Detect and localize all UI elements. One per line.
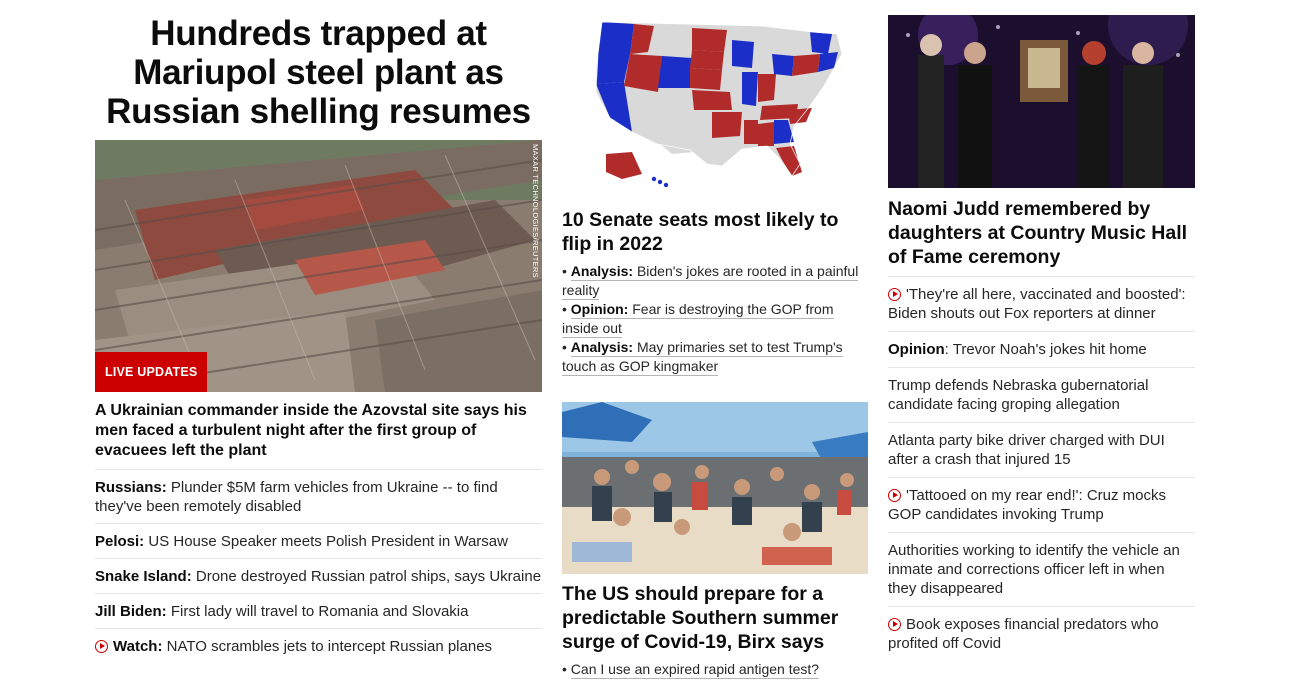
image-credit: MAXAR TECHNOLOGIES/REUTERS [531, 144, 540, 278]
item-text: : Trevor Noah's jokes hit home [944, 341, 1147, 358]
play-icon [888, 489, 901, 502]
ceremony-photo [888, 15, 1195, 188]
concert-image[interactable] [888, 15, 1195, 188]
naomi-judd-title[interactable]: Naomi Judd remembered by daughters at Co… [888, 197, 1195, 269]
senate-story-title[interactable]: 10 Senate seats most likely to flip in 2… [562, 208, 868, 256]
middle-column: 10 Senate seats most likely to flip in 2… [562, 0, 868, 679]
us-map-graphic [595, 21, 843, 188]
list-item[interactable]: Pelosi: US House Speaker meets Polish Pr… [95, 524, 542, 559]
list-item[interactable]: • Can I use an expired rapid antigen tes… [562, 660, 868, 679]
list-item[interactable]: Jill Biden: First lady will travel to Ro… [95, 594, 542, 629]
list-item[interactable]: • Analysis: May primaries set to test Tr… [562, 338, 868, 376]
item-text: Authorities working to identify the vehi… [888, 542, 1180, 597]
list-item[interactable]: Book exposes financial predators who pro… [888, 607, 1195, 661]
list-item[interactable]: Opinion: Trevor Noah's jokes hit home [888, 332, 1195, 368]
senate-related-bullets: • Analysis: Biden's jokes are rooted in … [562, 262, 868, 376]
item-label: Watch: [113, 638, 163, 655]
play-icon [888, 618, 901, 631]
list-item[interactable]: Watch: NATO scrambles jets to intercept … [95, 629, 542, 663]
list-item[interactable]: Trump defends Nebraska gubernatorial can… [888, 368, 1195, 423]
item-label: Analysis: [570, 263, 634, 279]
item-text: 'Tattooed on my rear end!': Cruz mocks G… [888, 487, 1167, 523]
item-text: NATO scrambles jets to intercept Russian… [162, 638, 493, 655]
list-item[interactable]: Snake Island: Drone destroyed Russian pa… [95, 559, 542, 594]
item-text: First lady will travel to Romania and Sl… [166, 603, 469, 620]
list-item[interactable]: Authorities working to identify the vehi… [888, 533, 1195, 607]
live-updates-badge[interactable]: LIVE UPDATES [95, 352, 208, 392]
lead-story-column: Hundreds trapped at Mariupol steel plant… [95, 0, 542, 663]
lead-headline[interactable]: Hundreds trapped at Mariupol steel plant… [95, 14, 542, 131]
item-text: Trump defends Nebraska gubernatorial can… [888, 377, 1149, 413]
item-text: 'They're all here, vaccinated and booste… [888, 286, 1186, 322]
related-list: Russians: Plunder $5M farm vehicles from… [95, 469, 542, 663]
item-label: Snake Island: [95, 568, 192, 585]
list-item[interactable]: • Opinion: Fear is destroying the GOP fr… [562, 300, 868, 338]
item-text: Drone destroyed Russian patrol ships, sa… [191, 568, 542, 585]
item-label: Opinion [888, 341, 945, 358]
item-text: Can I use an expired rapid antigen test? [570, 661, 820, 679]
item-text: Atlanta party bike driver charged with D… [888, 432, 1165, 468]
list-item[interactable]: 'They're all here, vaccinated and booste… [888, 277, 1195, 332]
item-label: Russians: [95, 479, 167, 496]
election-map-image[interactable] [562, 14, 868, 194]
item-text: Book exposes financial predators who pro… [888, 616, 1159, 652]
lead-image[interactable]: MAXAR TECHNOLOGIES/REUTERS LIVE UPDATES [95, 140, 542, 392]
item-label: Analysis: [570, 339, 634, 355]
lead-subhead[interactable]: A Ukrainian commander inside the Azovsta… [95, 401, 542, 461]
covid-related-bullets: • Can I use an expired rapid antigen tes… [562, 660, 868, 679]
covid-story-title[interactable]: The US should prepare for a predictable … [562, 582, 868, 654]
beach-image[interactable] [562, 402, 868, 574]
list-item[interactable]: Atlanta party bike driver charged with D… [888, 423, 1195, 478]
list-item[interactable]: • Analysis: Biden's jokes are rooted in … [562, 262, 868, 300]
list-item[interactable]: Russians: Plunder $5M farm vehicles from… [95, 470, 542, 524]
list-item[interactable]: 'Tattooed on my rear end!': Cruz mocks G… [888, 478, 1195, 533]
item-label: Jill Biden: [95, 603, 167, 620]
play-icon [888, 288, 901, 301]
item-label: Opinion: [570, 301, 629, 317]
right-headline-list: 'They're all here, vaccinated and booste… [888, 276, 1195, 661]
item-text: US House Speaker meets Polish President … [144, 533, 508, 550]
beach-photo [562, 402, 868, 574]
item-label: Pelosi: [95, 533, 145, 550]
play-icon [95, 640, 108, 653]
right-column: Naomi Judd remembered by daughters at Co… [888, 0, 1195, 661]
